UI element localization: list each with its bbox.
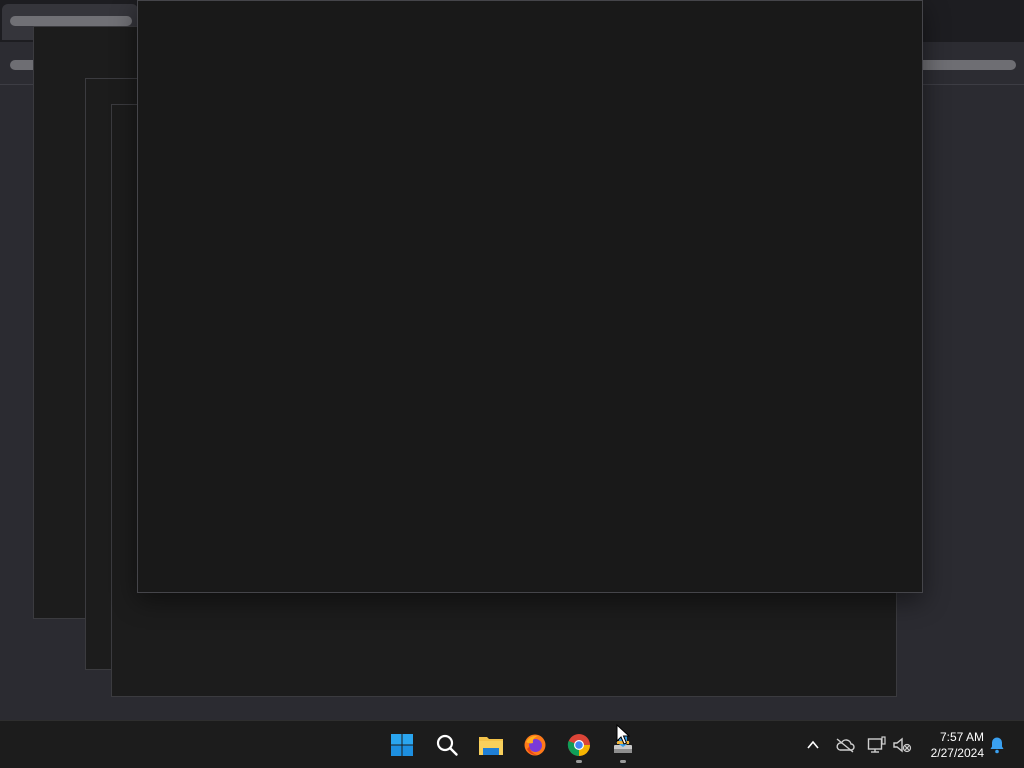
foreground-window[interactable] bbox=[137, 0, 923, 593]
firefox-icon bbox=[524, 734, 546, 756]
notifications-button[interactable] bbox=[985, 733, 1009, 757]
clock[interactable]: 7:57 AM 2/27/2024 bbox=[918, 729, 984, 761]
chevron-up-icon bbox=[807, 740, 819, 749]
volume-muted-icon bbox=[893, 737, 912, 753]
windows-logo-icon bbox=[391, 734, 413, 756]
search-button[interactable] bbox=[427, 725, 467, 765]
show-hidden-icons-button[interactable] bbox=[801, 733, 825, 757]
clock-time: 7:57 AM bbox=[939, 730, 984, 744]
file-explorer-button[interactable] bbox=[471, 725, 511, 765]
cloud-offline-icon bbox=[836, 738, 855, 753]
chrome-button[interactable] bbox=[559, 725, 599, 765]
taskbar: 7:57 AM 2/27/2024 bbox=[0, 720, 1024, 768]
network-button[interactable] bbox=[865, 733, 889, 757]
running-indicator bbox=[620, 760, 626, 763]
tab-title-placeholder bbox=[10, 16, 132, 26]
firefox-button[interactable] bbox=[515, 725, 555, 765]
folder-icon bbox=[479, 737, 503, 755]
search-icon bbox=[436, 734, 458, 756]
mouse-cursor-icon bbox=[616, 724, 630, 745]
clock-date: 2/27/2024 bbox=[930, 746, 984, 760]
toolbar-placeholder-right bbox=[918, 60, 1016, 70]
onedrive-button[interactable] bbox=[833, 733, 857, 757]
network-icon bbox=[867, 736, 886, 753]
volume-button[interactable] bbox=[890, 733, 914, 757]
start-button[interactable] bbox=[382, 725, 422, 765]
bell-icon bbox=[990, 737, 1004, 754]
desktop bbox=[0, 0, 1024, 720]
running-indicator bbox=[576, 760, 582, 763]
chrome-icon bbox=[567, 734, 590, 756]
